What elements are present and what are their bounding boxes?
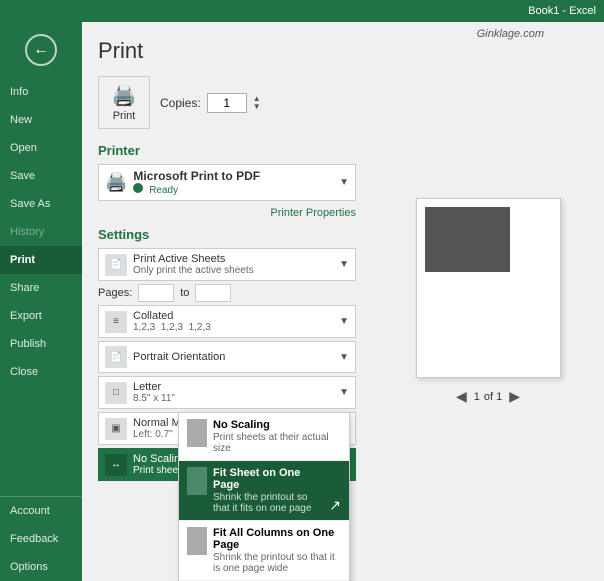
collation-icon: ≡: [105, 311, 127, 333]
pages-label: Pages:: [98, 287, 132, 299]
fit-sheet-cursor: ↗: [329, 497, 341, 514]
fit-sheet-desc: Shrink the printout so that it fits on o…: [213, 492, 323, 514]
preview-panel: ◀ 1 of 1 ▶: [372, 22, 604, 581]
orientation-selector[interactable]: 📄 Portrait Orientation ▼: [98, 341, 356, 373]
sidebar-item-options[interactable]: Options: [0, 553, 82, 581]
paper-icon: □: [105, 382, 127, 404]
no-scaling-desc: Print sheets at their actual size: [213, 432, 341, 454]
fit-columns-desc: Shrink the printout so that it is one pa…: [213, 552, 341, 574]
collation-arrow: ▼: [339, 316, 349, 327]
no-scaling-title: No Scaling: [213, 419, 341, 431]
fit-columns-icon: [187, 527, 207, 555]
pages-to-input[interactable]: [195, 284, 231, 302]
fit-columns-title: Fit All Columns on One Page: [213, 527, 341, 551]
sidebar-item-open[interactable]: Open: [0, 134, 82, 162]
prev-page-button[interactable]: ◀: [453, 388, 470, 405]
sidebar-item-feedback[interactable]: Feedback: [0, 525, 82, 553]
printer-dropdown-arrow: ▼: [339, 177, 349, 188]
print-title: Print: [98, 38, 356, 64]
orientation-arrow: ▼: [339, 352, 349, 363]
printer-selector[interactable]: 🖨️ Microsoft Print to PDF Ready ▼: [98, 164, 356, 201]
printer-properties-link[interactable]: Printer Properties: [270, 207, 356, 219]
scaling-icon: ↔: [105, 454, 127, 476]
pages-row: Pages: to: [98, 284, 356, 302]
collation-main: Collated: [133, 310, 333, 322]
next-page-button[interactable]: ▶: [506, 388, 523, 405]
pages-from-input[interactable]: [138, 284, 174, 302]
fit-sheet-icon: [187, 467, 207, 495]
copies-down-arrow[interactable]: ▼: [253, 103, 261, 111]
paper-size-selector[interactable]: □ Letter 8.5" x 11" ▼: [98, 376, 356, 409]
printer-section-title: Printer: [98, 143, 356, 158]
orientation-main: Portrait Orientation: [133, 351, 333, 363]
sidebar-item-account[interactable]: Account: [0, 497, 82, 525]
sidebar-item-save[interactable]: Save: [0, 162, 82, 190]
sidebar-item-export[interactable]: Export: [0, 302, 82, 330]
print-what-arrow: ▼: [339, 259, 349, 270]
print-what-selector[interactable]: 📄 Print Active Sheets Only print the act…: [98, 248, 356, 281]
scaling-option-fit-columns[interactable]: Fit All Columns on One Page Shrink the p…: [179, 521, 349, 581]
printer-status: Ready: [133, 183, 333, 196]
print-button[interactable]: 🖨️ Print: [98, 76, 150, 129]
sidebar-item-publish[interactable]: Publish: [0, 330, 82, 358]
back-button[interactable]: ←: [0, 22, 82, 78]
printer-icon: 🖨️: [105, 172, 127, 193]
margins-icon: ▣: [105, 418, 127, 440]
pages-to-label: to: [180, 287, 189, 299]
print-what-sub: Only print the active sheets: [133, 265, 333, 276]
fit-sheet-title: Fit Sheet on One Page: [213, 467, 323, 491]
watermark: Ginklage.com: [477, 28, 544, 40]
paper-main: Letter: [133, 381, 333, 393]
printer-name: Microsoft Print to PDF: [133, 169, 333, 183]
scaling-dropdown: No Scaling Print sheets at their actual …: [178, 412, 350, 581]
paper-arrow: ▼: [339, 387, 349, 398]
scaling-option-fit-sheet[interactable]: Fit Sheet on One Page Shrink the printou…: [179, 461, 349, 521]
orientation-icon: 📄: [105, 346, 127, 368]
sidebar-item-print[interactable]: Print: [0, 246, 82, 274]
paper-sub: 8.5" x 11": [133, 393, 333, 404]
print-what-main: Print Active Sheets: [133, 253, 333, 265]
preview-content: [425, 207, 510, 272]
copies-input[interactable]: [207, 93, 247, 113]
preview-nav: ◀ 1 of 1 ▶: [453, 388, 523, 405]
print-what-icon: 📄: [105, 254, 127, 276]
sidebar-item-history: History: [0, 218, 82, 246]
sidebar-item-new[interactable]: New: [0, 106, 82, 134]
sidebar-item-close[interactable]: Close: [0, 358, 82, 386]
page-of-label: of 1: [484, 391, 502, 403]
title-bar: Book1 - Excel: [0, 0, 604, 22]
copies-label: Copies:: [160, 96, 201, 110]
sidebar: ← Info New Open Save Save As History Pri…: [0, 22, 82, 581]
current-page: 1: [474, 391, 480, 403]
settings-section-title: Settings: [98, 227, 356, 242]
sidebar-item-save-as[interactable]: Save As: [0, 190, 82, 218]
title-text: Book1 - Excel: [528, 5, 596, 17]
sidebar-item-share[interactable]: Share: [0, 274, 82, 302]
collation-sub: 1,2,3 1,2,3 1,2,3: [133, 322, 333, 333]
collation-selector[interactable]: ≡ Collated 1,2,3 1,2,3 1,2,3 ▼: [98, 305, 356, 338]
no-scaling-icon: [187, 419, 207, 447]
sidebar-item-info[interactable]: Info: [0, 78, 82, 106]
scaling-option-no-scaling[interactable]: No Scaling Print sheets at their actual …: [179, 413, 349, 461]
preview-page: [416, 198, 561, 378]
